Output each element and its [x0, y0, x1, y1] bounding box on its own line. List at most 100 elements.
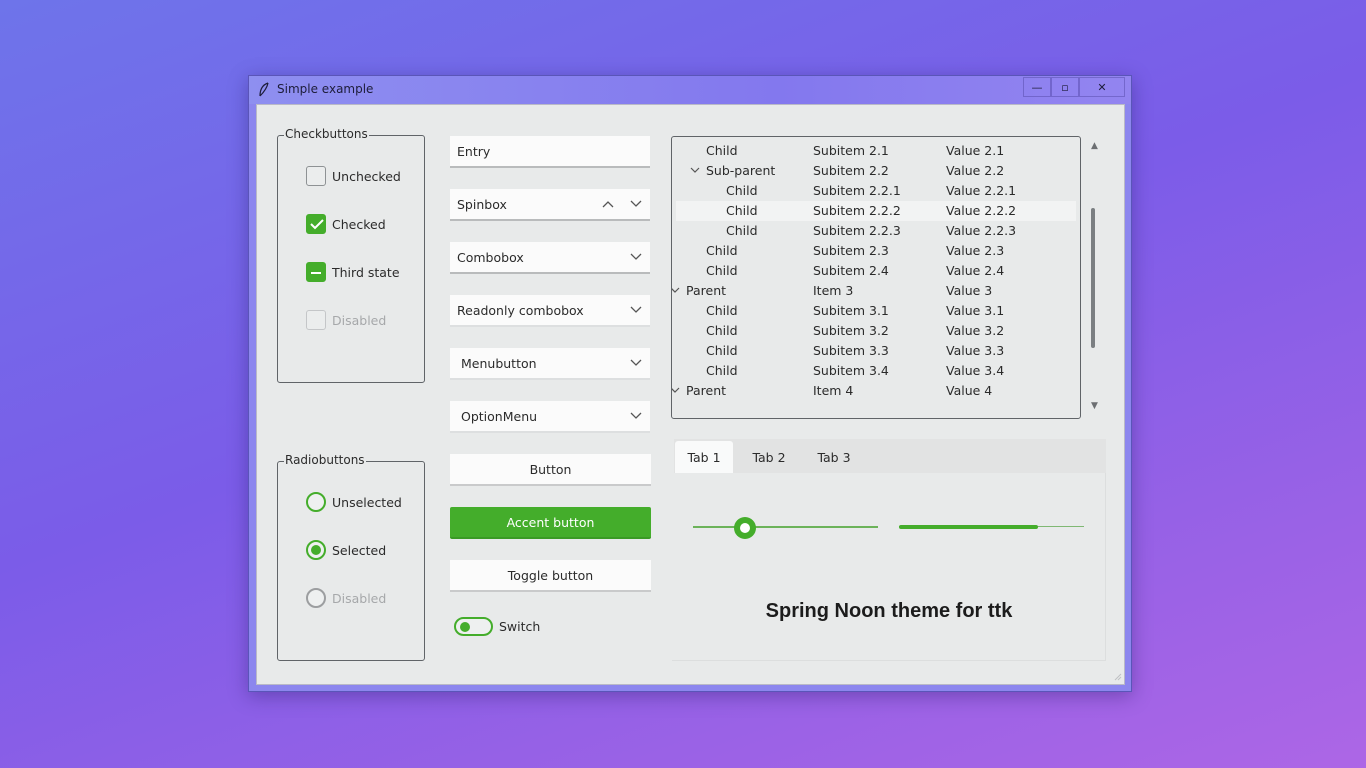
- chevron-down-icon: [630, 359, 642, 366]
- radio-circle[interactable]: [306, 492, 326, 512]
- tab-2[interactable]: Tab 2: [740, 441, 798, 473]
- tree-row[interactable]: Child Subitem 2.1 Value 2.1: [676, 141, 1076, 161]
- progressbar-fill: [899, 525, 1038, 529]
- radiobutton-unselected[interactable]: Unselected: [306, 491, 402, 513]
- optionmenu-arrow: [622, 412, 650, 420]
- checkbutton-unchecked[interactable]: Unchecked: [306, 165, 401, 187]
- checkbox-box[interactable]: [306, 214, 326, 234]
- scroll-down-arrow-icon[interactable]: ▼: [1091, 401, 1098, 411]
- radiobuttons-frame-title: Radiobuttons: [284, 453, 366, 467]
- entry-field[interactable]: Entry: [450, 136, 650, 168]
- button-label: Button: [529, 461, 572, 477]
- maximize-icon: ▫: [1061, 80, 1069, 94]
- size-grip-icon[interactable]: [1112, 671, 1122, 681]
- chevron-down-icon: [630, 253, 642, 260]
- tree-cell-name: Child: [706, 263, 738, 278]
- tree-cell-name: Child: [706, 343, 738, 358]
- tree-cell-subitem: Subitem 2.2.3: [813, 223, 901, 238]
- combobox-dropdown-button[interactable]: [622, 253, 650, 261]
- spin-up-button[interactable]: [594, 200, 622, 208]
- tree-cell-subitem: Subitem 2.2.1: [813, 183, 901, 198]
- tree-cell-value: Value 3.4: [946, 363, 1005, 378]
- radio-circle[interactable]: [306, 540, 326, 560]
- tree-row[interactable]: Parent Item 3 Value 3: [672, 281, 1076, 301]
- checkbutton-label: Unchecked: [332, 168, 401, 184]
- tree-cell-subitem: Subitem 3.2: [813, 323, 889, 338]
- optionmenu[interactable]: OptionMenu: [450, 401, 650, 433]
- tree-cell-value: Value 3.2: [946, 323, 1005, 338]
- tree-cell-name: Child: [726, 223, 758, 238]
- spinbox-text: Spinbox: [457, 196, 507, 212]
- tree-row[interactable]: Child Subitem 2.4 Value 2.4: [676, 261, 1076, 281]
- checkbutton-third-state[interactable]: Third state: [306, 261, 400, 283]
- tree-cell-subitem: Subitem 2.3: [813, 243, 889, 258]
- tree-row[interactable]: Child Subitem 2.2.1 Value 2.2.1: [676, 181, 1076, 201]
- tab-3[interactable]: Tab 3: [805, 441, 863, 473]
- tree-cell-name: Child: [706, 143, 738, 158]
- tree-row[interactable]: Child Subitem 2.2.3 Value 2.2.3: [676, 221, 1076, 241]
- toggle-button[interactable]: Toggle button: [450, 560, 651, 592]
- treeview[interactable]: Child Subitem 2.1 Value 2.1 Sub-parent Subit…: [671, 136, 1081, 419]
- tree-cell-value: Value 2.2.1: [946, 183, 1017, 198]
- tab-label: Tab 2: [752, 449, 786, 465]
- menubutton[interactable]: Menubutton: [450, 348, 650, 380]
- scrollbar-thumb[interactable]: [1091, 208, 1095, 348]
- tree-row[interactable]: Child Subitem 3.2 Value 3.2: [676, 321, 1076, 341]
- tree-cell-subitem: Subitem 3.3: [813, 343, 889, 358]
- tree-row[interactable]: Child Subitem 3.4 Value 3.4: [676, 361, 1076, 381]
- tab-label: Tab 3: [817, 449, 851, 465]
- checkbutton-checked[interactable]: Checked: [306, 213, 386, 235]
- tab-1[interactable]: Tab 1: [675, 441, 733, 473]
- expand-chevron-icon[interactable]: [690, 165, 700, 175]
- tree-cell-subitem: Item 4: [813, 383, 854, 398]
- app-window: Simple example — ▫ ✕ Checkbuttons Unchec…: [248, 75, 1132, 692]
- accent-button[interactable]: Accent button: [450, 507, 651, 539]
- tree-cell-name: Child: [706, 303, 738, 318]
- switch-track[interactable]: [454, 617, 493, 636]
- tree-cell-name: Child: [706, 323, 738, 338]
- checkbox-box[interactable]: [306, 166, 326, 186]
- readonly-combobox[interactable]: Readonly combobox: [450, 295, 650, 327]
- spin-down-button[interactable]: [622, 200, 650, 208]
- tree-cell-name: Parent: [686, 283, 727, 298]
- tree-row[interactable]: Sub-parent Subitem 2.2 Value 2.2: [676, 161, 1076, 181]
- close-button[interactable]: ✕: [1079, 77, 1125, 97]
- tree-row[interactable]: Child Subitem 3.1 Value 3.1: [676, 301, 1076, 321]
- radio-circle: [306, 588, 326, 608]
- maximize-button[interactable]: ▫: [1051, 77, 1079, 97]
- plain-button[interactable]: Button: [450, 454, 651, 486]
- scale-track[interactable]: [693, 526, 878, 528]
- readonly-combobox-dropdown-button[interactable]: [622, 306, 650, 314]
- tree-cell-subitem: Subitem 3.4: [813, 363, 889, 378]
- checkbox-box: [306, 310, 326, 330]
- combobox-text: Combobox: [457, 249, 524, 265]
- combobox[interactable]: Combobox: [450, 242, 650, 274]
- scroll-up-arrow-icon[interactable]: ▲: [1091, 141, 1098, 151]
- tree-cell-subitem: Subitem 2.2: [813, 163, 889, 178]
- tree-row[interactable]: Child Subitem 2.3 Value 2.3: [676, 241, 1076, 261]
- minimize-button[interactable]: —: [1023, 77, 1051, 97]
- tree-row[interactable]: Child Subitem 2.2.2 Value 2.2.2: [676, 201, 1076, 221]
- minimize-icon: —: [1031, 80, 1043, 94]
- tree-cell-name: Sub-parent: [706, 163, 776, 178]
- tree-cell-name: Child: [726, 203, 758, 218]
- toggle-button-label: Toggle button: [507, 567, 594, 583]
- menubutton-arrow: [622, 359, 650, 367]
- radiobutton-label: Disabled: [332, 590, 387, 606]
- menubutton-text: Menubutton: [461, 355, 537, 371]
- checkbox-box[interactable]: [306, 262, 326, 282]
- switch[interactable]: Switch: [454, 617, 540, 636]
- spinbox[interactable]: Spinbox: [450, 189, 650, 221]
- tree-row[interactable]: Parent Item 4 Value 4: [672, 381, 1076, 401]
- radiobutton-selected[interactable]: Selected: [306, 539, 386, 561]
- title-bar[interactable]: Simple example — ▫ ✕: [249, 76, 1131, 104]
- window-client-area: Checkbuttons Unchecked Checked Third sta…: [256, 104, 1125, 685]
- tree-cell-subitem: Subitem 2.4: [813, 263, 889, 278]
- readonly-combobox-text: Readonly combobox: [457, 302, 584, 318]
- expand-chevron-icon[interactable]: [671, 385, 680, 395]
- radiobutton-label: Unselected: [332, 494, 402, 510]
- scale-handle[interactable]: [733, 517, 756, 539]
- theme-title-label: Spring Noon theme for ttk: [765, 600, 1013, 622]
- tree-row[interactable]: Child Subitem 3.3 Value 3.3: [676, 341, 1076, 361]
- expand-chevron-icon[interactable]: [671, 285, 680, 295]
